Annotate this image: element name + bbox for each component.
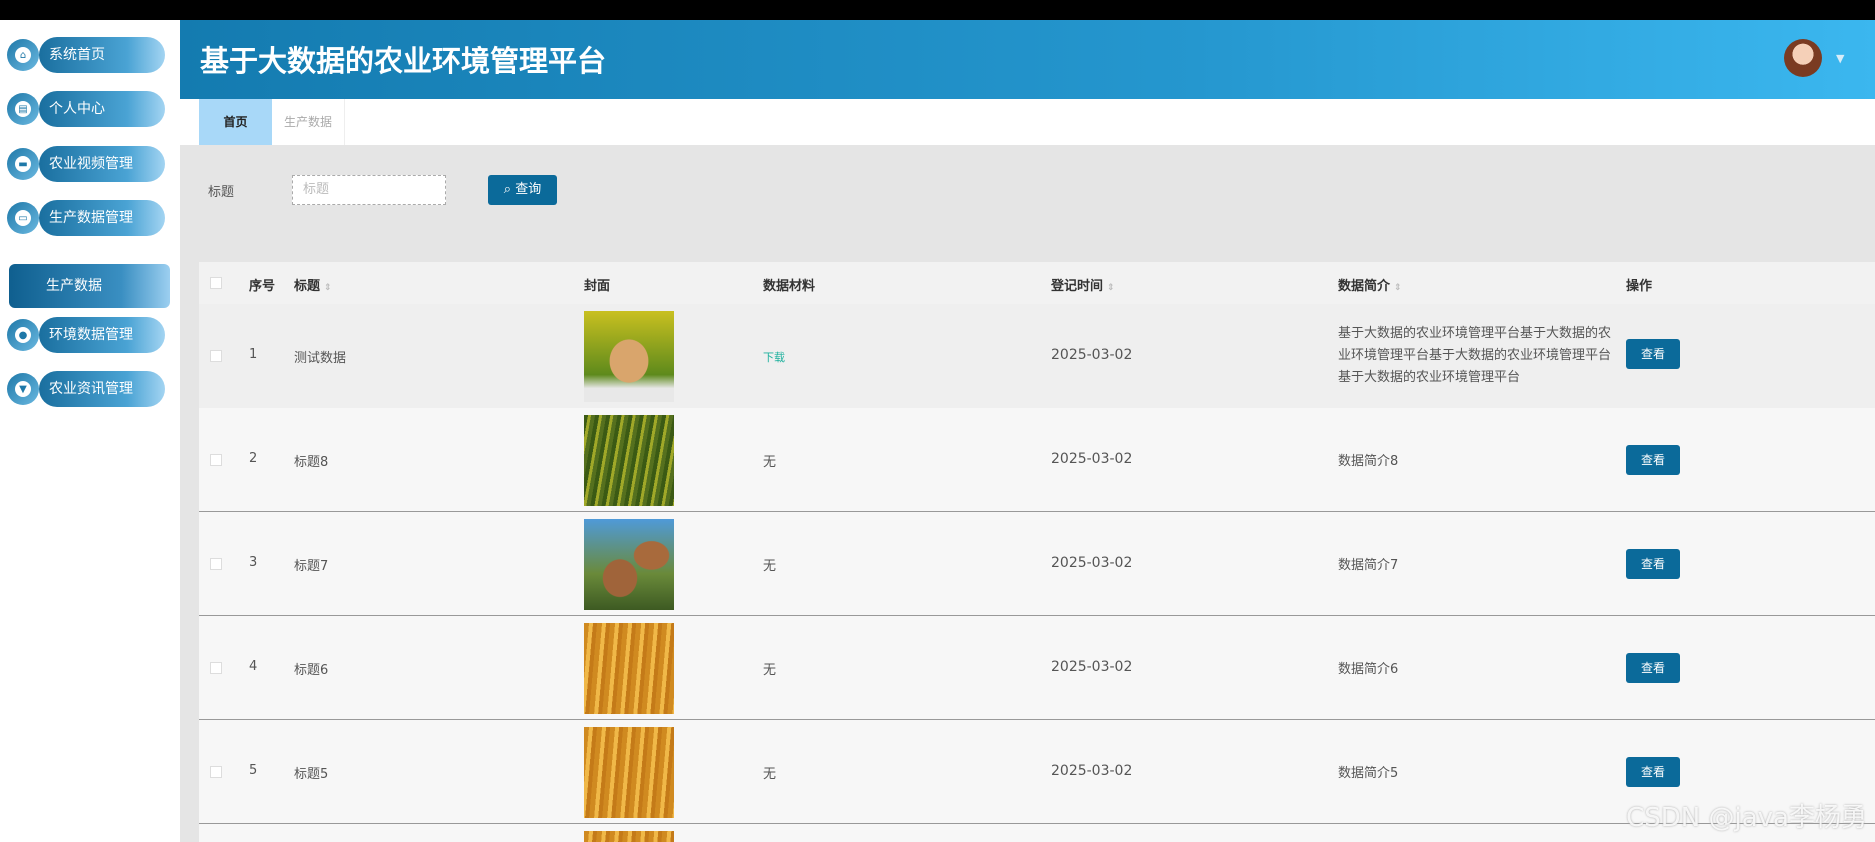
header-date[interactable]: 登记时间 ⇕ (1051, 275, 1115, 294)
chevron-down-icon[interactable]: ▼ (1836, 52, 1844, 65)
sidebar-item-label: 农业视频管理 (39, 146, 165, 182)
sidebar-item-label: 个人中心 (39, 91, 165, 127)
row-intro: 数据简介7 (1338, 558, 1399, 573)
row-material: 无 (763, 455, 777, 470)
row-title: 标题5 (294, 767, 329, 782)
view-button[interactable]: 查看 (1626, 339, 1680, 369)
view-button[interactable]: 查看 (1626, 653, 1680, 683)
row-checkbox[interactable] (210, 558, 222, 570)
sidebar-item-news[interactable]: ▼ 农业资讯管理 (7, 371, 165, 407)
search-icon: ⌕ (503, 182, 516, 197)
table-row (199, 824, 1875, 842)
table-row: 5 标题5 无 2025-03-02 数据简介5 查看 (199, 720, 1875, 824)
view-button[interactable]: 查看 (1626, 549, 1680, 579)
sidebar-item-label: 系统首页 (39, 37, 165, 73)
briefcase-icon: ▬ (7, 148, 39, 180)
row-title: 测试数据 (294, 351, 347, 366)
sign-icon: ▼ (7, 373, 39, 405)
row-title: 标题7 (294, 559, 329, 574)
monitor-icon: ▭ (7, 202, 39, 234)
cover-image (584, 519, 674, 610)
sidebar: ⌂ 系统首页 ▤ 个人中心 ▬ 农业视频管理 ▭ 生产数据管理 生产数据 ● 环境数据管理… (0, 20, 180, 842)
header: 基于大数据的农业环境管理平台 ▼ (180, 20, 1875, 99)
header-no: 序号 (249, 279, 276, 294)
cover-image (584, 415, 674, 506)
cover-image (584, 311, 674, 402)
download-link[interactable]: 下载 (763, 349, 785, 365)
row-checkbox[interactable] (210, 766, 222, 778)
header-material: 数据材料 (763, 279, 816, 294)
top-black-bar (0, 0, 1875, 20)
view-button[interactable]: 查看 (1626, 757, 1680, 787)
row-checkbox[interactable] (210, 350, 222, 362)
row-intro: 数据简介5 (1338, 766, 1399, 781)
sidebar-item-label: 环境数据管理 (39, 317, 165, 353)
row-checkbox[interactable] (210, 454, 222, 466)
select-all-checkbox[interactable] (210, 277, 222, 289)
card-icon: ▤ (7, 93, 39, 125)
page-title: 基于大数据的农业环境管理平台 (200, 44, 607, 78)
row-no: 1 (249, 347, 258, 362)
table-row: 4 标题6 无 2025-03-02 数据简介6 查看 (199, 616, 1875, 720)
sidebar-item-label: 农业资讯管理 (39, 371, 165, 407)
row-date: 2025-03-02 (1051, 451, 1133, 467)
search-label: 标题 (208, 185, 235, 200)
row-no: 4 (249, 659, 258, 674)
search-input[interactable]: 标题 (292, 175, 446, 205)
row-checkbox[interactable] (210, 662, 222, 674)
cover-image (584, 623, 674, 714)
sidebar-item-personal[interactable]: ▤ 个人中心 (7, 91, 165, 127)
row-material: 无 (763, 559, 777, 574)
sidebar-item-label: 生产数据管理 (39, 200, 165, 236)
table-row: 3 标题7 无 2025-03-02 数据简介7 查看 (199, 512, 1875, 616)
sidebar-item-video[interactable]: ▬ 农业视频管理 (7, 146, 165, 182)
row-date: 2025-03-02 (1051, 763, 1133, 779)
sidebar-item-environment[interactable]: ● 环境数据管理 (7, 317, 165, 353)
watermark: CSDN @java李杨勇 (1626, 803, 1867, 833)
data-table: 序号 标题 ⇕ 封面 数据材料 登记时间 ⇕ 数据简介 ⇕ 操作 1 测试数据 下载 … (199, 262, 1875, 842)
header-title[interactable]: 标题 ⇕ (294, 275, 332, 294)
table-header: 序号 标题 ⇕ 封面 数据材料 登记时间 ⇕ 数据简介 ⇕ 操作 (199, 262, 1875, 304)
main-content: 标题 标题 ⌕ 查询 序号 标题 ⇕ 封面 数据材料 登记时间 ⇕ 数据简介 ⇕ 操作… (180, 145, 1875, 842)
table-row: 2 标题8 无 2025-03-02 数据简介8 查看 (199, 408, 1875, 512)
row-date: 2025-03-02 (1051, 659, 1133, 675)
sidebar-item-production[interactable]: ▭ 生产数据管理 (7, 200, 165, 236)
sort-icon: ⇕ (324, 283, 332, 293)
row-intro: 数据简介8 (1338, 454, 1399, 469)
search-button[interactable]: ⌕ 查询 (488, 175, 557, 205)
header-cover: 封面 (584, 279, 611, 294)
view-button[interactable]: 查看 (1626, 445, 1680, 475)
row-title: 标题6 (294, 663, 329, 678)
sort-icon: ⇕ (1107, 283, 1115, 293)
avatar[interactable] (1784, 39, 1822, 77)
tab-production-data[interactable]: 生产数据 (272, 99, 345, 145)
header-intro[interactable]: 数据简介 ⇕ (1338, 275, 1402, 294)
row-title: 标题8 (294, 455, 329, 470)
user-icon: ● (7, 319, 39, 351)
table-row: 1 测试数据 下载 2025-03-02 基于大数据的农业环境管理平台基于大数据… (199, 304, 1875, 408)
row-material: 无 (763, 767, 777, 782)
sidebar-subitem-production-data[interactable]: 生产数据 (9, 264, 170, 308)
cover-image (584, 831, 674, 842)
cover-image (584, 727, 674, 818)
tab-bar: 首页 生产数据 (180, 99, 1875, 145)
row-material: 无 (763, 663, 777, 678)
row-no: 5 (249, 763, 258, 778)
row-intro: 基于大数据的农业环境管理平台基于大数据的农业环境管理平台基于大数据的农业环境管理… (1338, 326, 1612, 385)
sidebar-item-home[interactable]: ⌂ 系统首页 (7, 37, 165, 73)
row-intro: 数据简介6 (1338, 662, 1399, 677)
row-no: 3 (249, 555, 258, 570)
row-no: 2 (249, 451, 258, 466)
header-action: 操作 (1626, 279, 1653, 294)
search-button-label: 查询 (515, 182, 542, 197)
row-date: 2025-03-02 (1051, 347, 1133, 363)
sort-icon: ⇕ (1394, 283, 1402, 293)
home-icon: ⌂ (7, 39, 39, 71)
row-date: 2025-03-02 (1051, 555, 1133, 571)
tab-home[interactable]: 首页 (199, 99, 272, 145)
